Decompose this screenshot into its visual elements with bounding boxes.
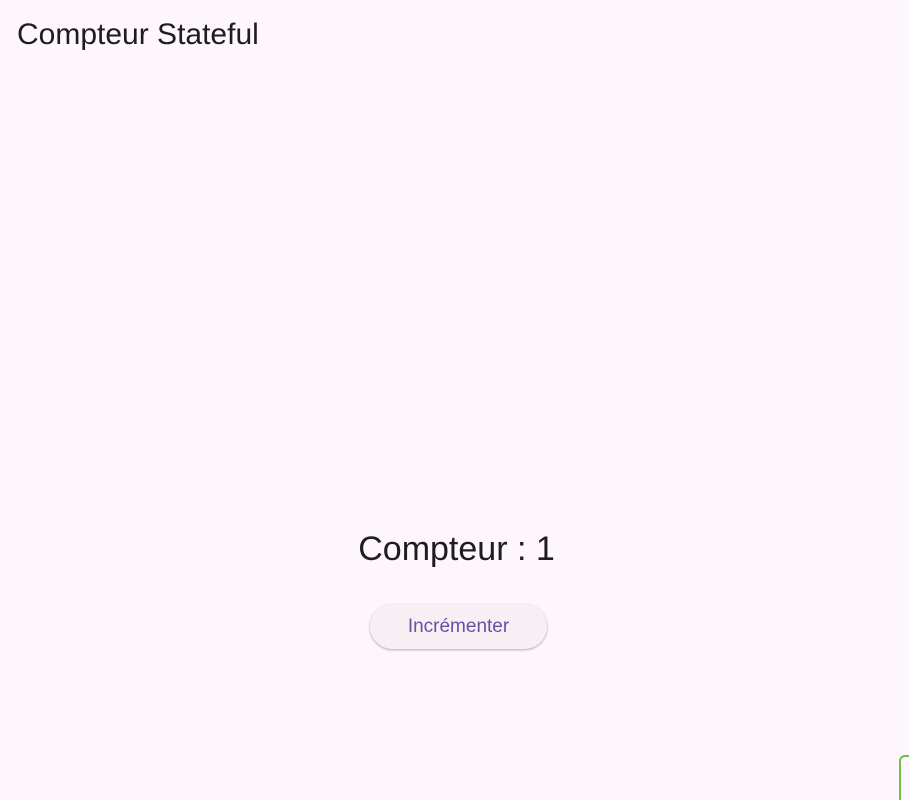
- corner-overlay-icon: [899, 755, 909, 800]
- counter-label: Compteur : 1: [358, 530, 555, 568]
- main-content: Compteur : 1 Incrémenter: [0, 75, 909, 800]
- app-title: Compteur Stateful: [17, 18, 259, 51]
- increment-button[interactable]: Incrémenter: [370, 604, 547, 649]
- app-window: Compteur Stateful Compteur : 1 Incrément…: [0, 0, 909, 800]
- app-bar: Compteur Stateful: [0, 0, 909, 75]
